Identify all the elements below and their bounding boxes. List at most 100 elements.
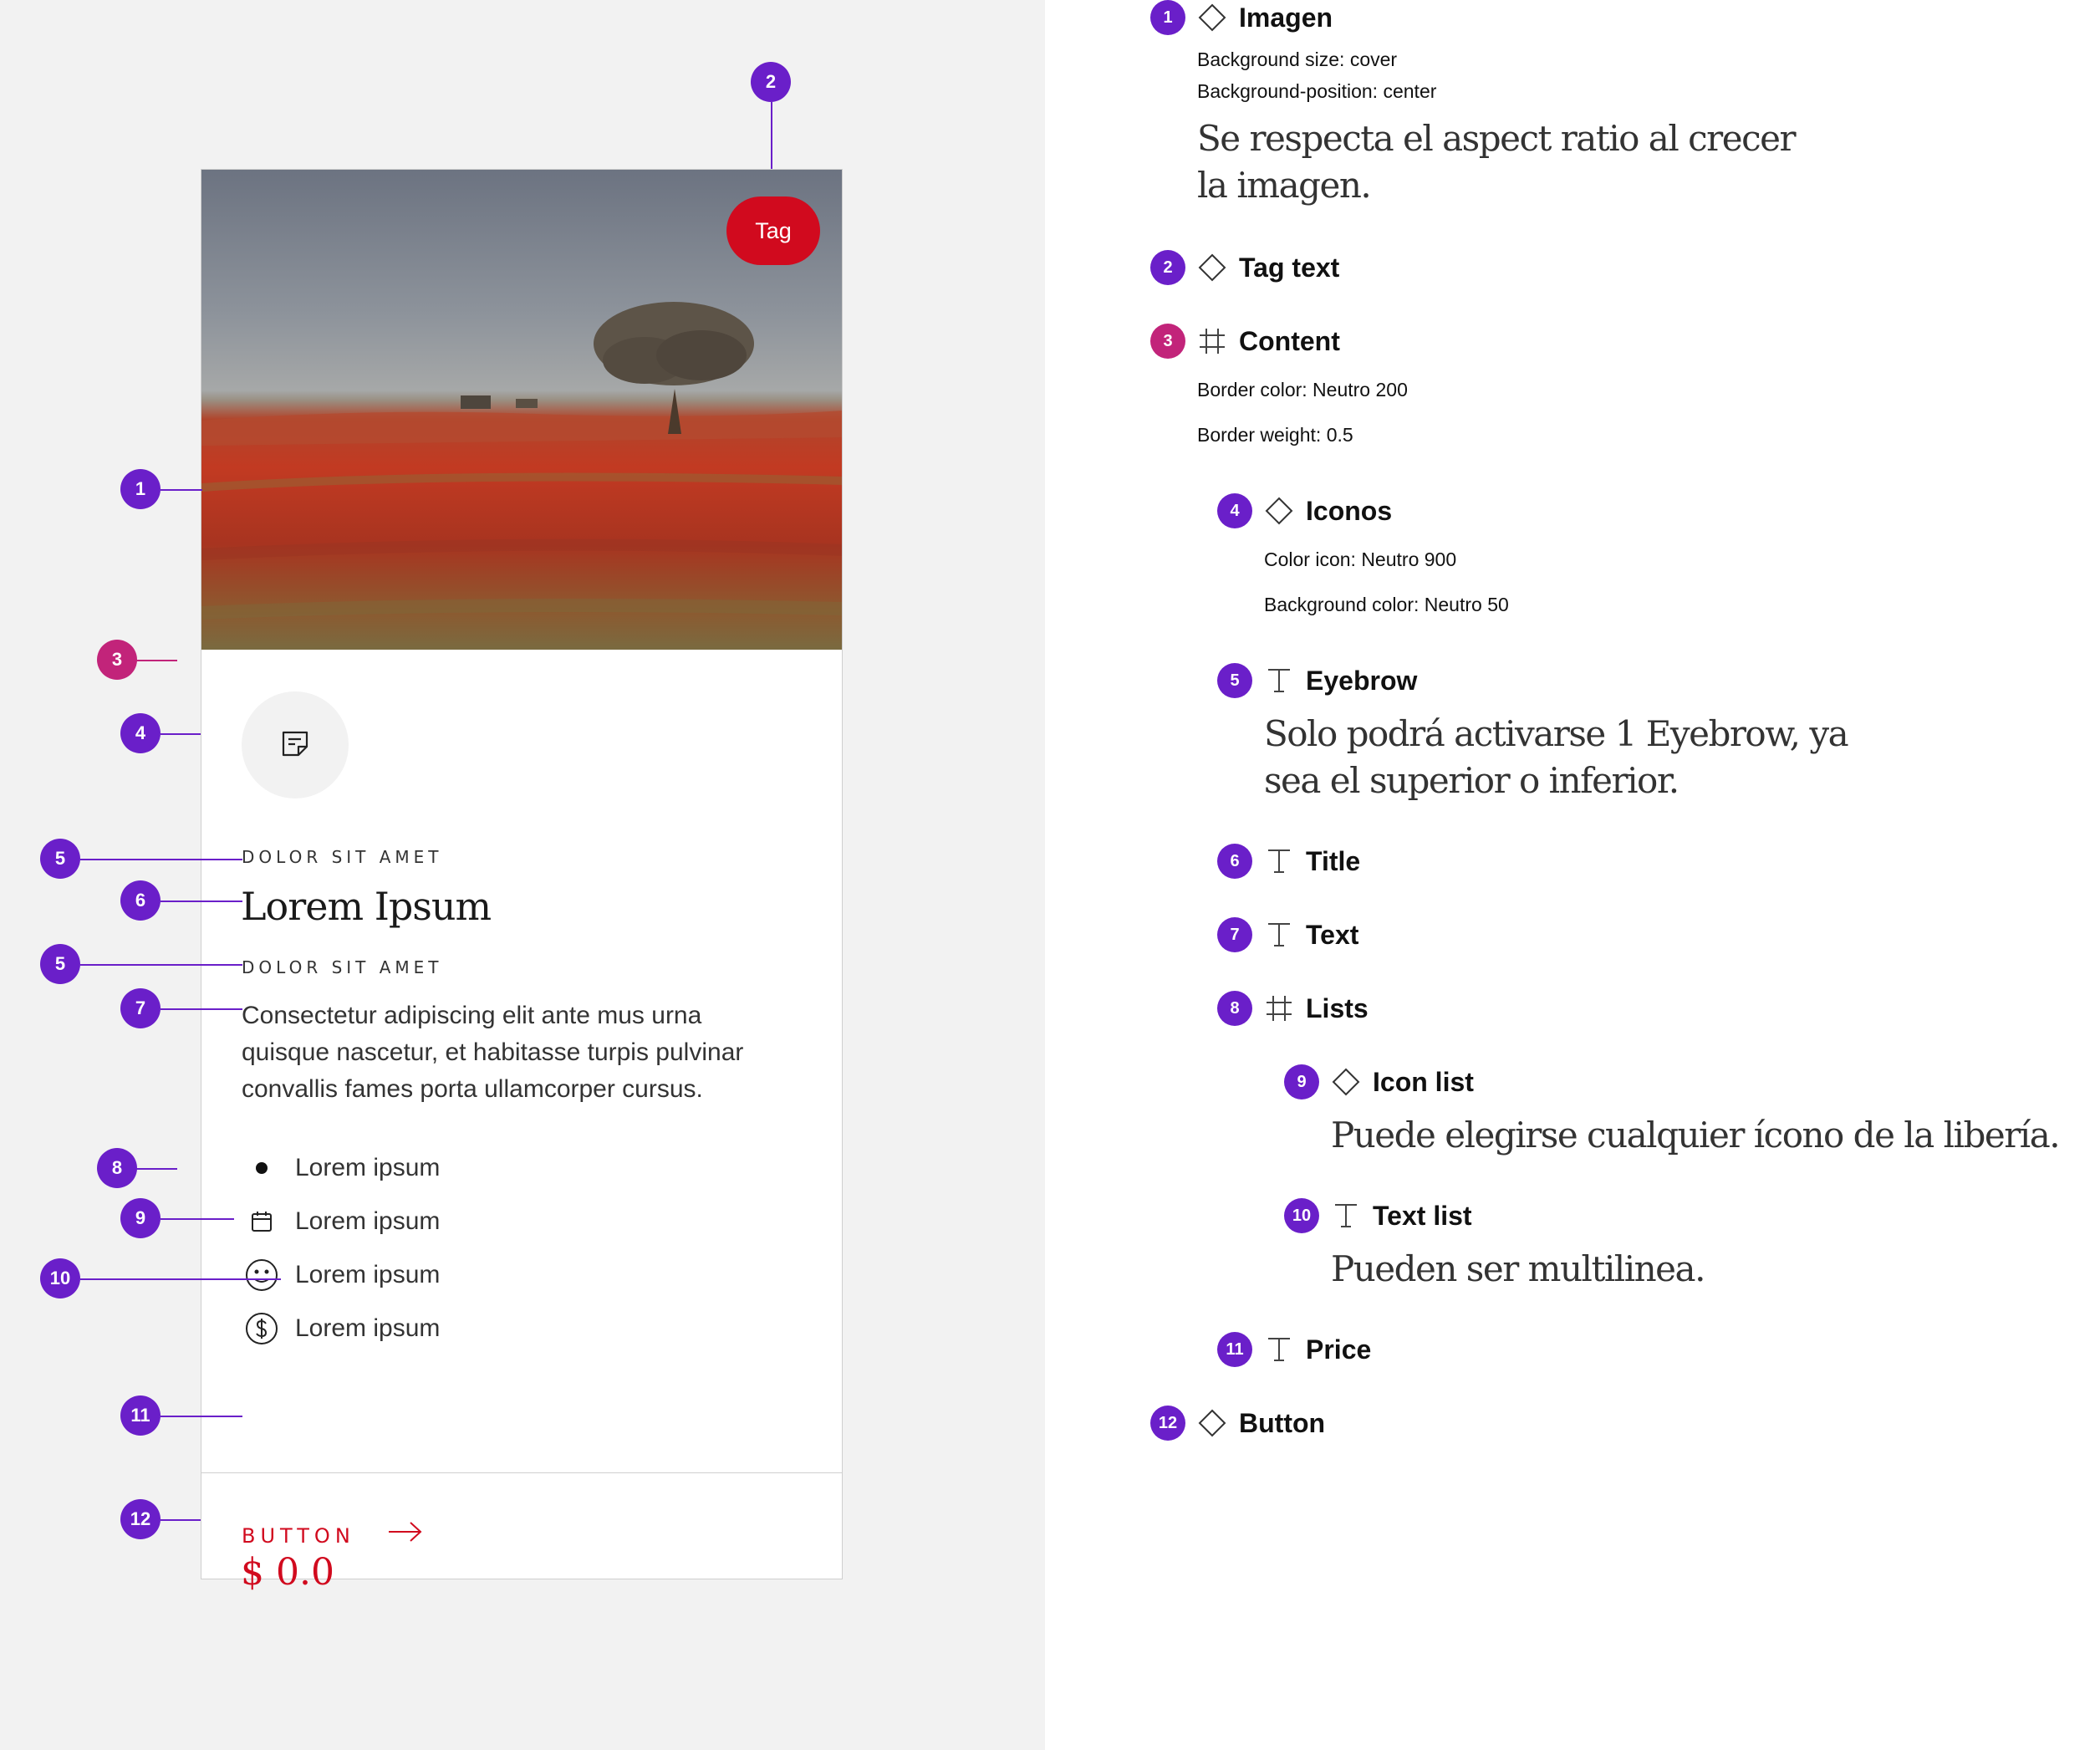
component-icon bbox=[1329, 1065, 1363, 1099]
spec-prop: Color icon: Neutro 900 bbox=[1264, 548, 1457, 570]
marker-lists: 8 bbox=[97, 1148, 137, 1188]
spec-note: Pueden ser multilinea. bbox=[1331, 1248, 1705, 1289]
spec-title: 6 Title bbox=[1217, 844, 1360, 879]
leader-line bbox=[161, 489, 202, 491]
frame-icon bbox=[1195, 324, 1229, 358]
spec-marker: 1 bbox=[1150, 0, 1185, 35]
spec-name: Eyebrow bbox=[1306, 665, 1418, 696]
marker-content: 3 bbox=[97, 640, 137, 680]
card-button[interactable]: BUTTON bbox=[242, 1524, 355, 1548]
spec-marker: 9 bbox=[1284, 1064, 1319, 1099]
spec-prop: Border weight: 0.5 bbox=[1197, 424, 1353, 446]
spec-prop: Border color: Neutro 200 bbox=[1197, 379, 1408, 401]
list-item: Lorem ipsum bbox=[242, 1258, 440, 1292]
spec-iconos: 4 Iconos bbox=[1217, 493, 1392, 528]
frame-icon bbox=[1262, 992, 1296, 1025]
spec-marker: 3 bbox=[1150, 324, 1185, 359]
marker-title: 6 bbox=[120, 880, 161, 921]
spec-icon-list: 9 Icon list bbox=[1284, 1064, 1474, 1099]
marker-tag: 2 bbox=[751, 62, 791, 102]
leader-line bbox=[771, 102, 772, 169]
leader-line bbox=[161, 1519, 201, 1521]
spec-marker: 12 bbox=[1150, 1406, 1185, 1441]
leader-line bbox=[80, 964, 242, 966]
spec-marker: 4 bbox=[1217, 493, 1252, 528]
card: Tag DOLOR SIT AMET Lorem Ipsum DOLOR SIT… bbox=[201, 169, 843, 1594]
spec-marker: 2 bbox=[1150, 250, 1185, 285]
marker-eyebrow-bottom: 5 bbox=[40, 944, 80, 984]
spec-marker: 5 bbox=[1217, 663, 1252, 698]
card-image: Tag bbox=[201, 170, 842, 650]
leader-line bbox=[80, 1278, 281, 1280]
spec-text: 7 Text bbox=[1217, 917, 1358, 952]
list-item-label: Lorem ipsum bbox=[295, 1261, 441, 1288]
arrow-right-icon[interactable] bbox=[387, 1518, 424, 1550]
marker-text-list: 10 bbox=[40, 1258, 80, 1298]
text-icon bbox=[1262, 1333, 1296, 1366]
leader-line bbox=[135, 1168, 177, 1170]
component-icon bbox=[1262, 494, 1296, 528]
text-icon bbox=[1262, 664, 1296, 697]
bullet-icon bbox=[242, 1151, 282, 1185]
marker-icon: 4 bbox=[120, 713, 161, 753]
spec-name: Button bbox=[1239, 1407, 1326, 1438]
text-icon bbox=[1262, 844, 1296, 878]
spec-lists: 8 Lists bbox=[1217, 991, 1369, 1026]
list-item: Lorem ipsum bbox=[242, 1151, 440, 1185]
spec-marker: 7 bbox=[1217, 917, 1252, 952]
leader-line bbox=[80, 859, 242, 860]
spec-name: Lists bbox=[1306, 992, 1369, 1023]
text-icon bbox=[1262, 918, 1296, 952]
list-item-label: Lorem ipsum bbox=[295, 1207, 441, 1235]
leader-line bbox=[135, 660, 177, 661]
leader-line bbox=[161, 1008, 242, 1010]
spec-text-list: 10 Text list bbox=[1284, 1198, 1472, 1233]
smiley-icon bbox=[242, 1258, 282, 1292]
spec-name: Iconos bbox=[1306, 495, 1393, 526]
spec-prop: Background-position: center bbox=[1197, 80, 1437, 102]
spec-note: Se respecta el aspect ratio al crecer la… bbox=[1197, 118, 1797, 206]
spec-eyebrow: 5 Eyebrow bbox=[1217, 663, 1417, 698]
leader-line bbox=[161, 901, 242, 902]
spec-prop: Background size: cover bbox=[1197, 48, 1398, 70]
component-icon bbox=[1195, 1406, 1229, 1440]
spec-marker: 10 bbox=[1284, 1198, 1319, 1233]
dollar-icon bbox=[242, 1312, 282, 1345]
eyebrow-bottom: DOLOR SIT AMET bbox=[242, 957, 443, 977]
spec-prop: Background color: Neutro 50 bbox=[1264, 594, 1509, 615]
leader-line bbox=[161, 1416, 242, 1417]
marker-price: 11 bbox=[120, 1395, 161, 1436]
eyebrow-top: DOLOR SIT AMET bbox=[242, 847, 443, 867]
list-item: Lorem ipsum bbox=[242, 1312, 440, 1345]
spec-tag-text: 2 Tag text bbox=[1150, 250, 1339, 285]
spec-name: Price bbox=[1306, 1334, 1372, 1365]
spec-content: 3 Content bbox=[1150, 324, 1340, 359]
component-icon bbox=[1195, 251, 1229, 284]
spec-marker: 8 bbox=[1217, 991, 1252, 1026]
leader-line bbox=[161, 733, 201, 735]
spec-name: Content bbox=[1239, 325, 1340, 356]
spec-name: Imagen bbox=[1239, 2, 1333, 33]
list-item: Lorem ipsum bbox=[242, 1205, 440, 1238]
spec-imagen: 1 Imagen bbox=[1150, 0, 1333, 35]
card-title: Lorem Ipsum bbox=[241, 884, 492, 929]
text-icon bbox=[1329, 1199, 1363, 1232]
marker-icon-list: 9 bbox=[120, 1198, 161, 1238]
spec-name: Text list bbox=[1373, 1200, 1472, 1231]
sticky-note-icon bbox=[278, 727, 312, 764]
component-icon bbox=[1195, 1, 1229, 34]
spec-price: 11 Price bbox=[1217, 1332, 1371, 1367]
spec-name: Title bbox=[1306, 845, 1361, 876]
spec-note: Puede elegirse cualquier ícono de la lib… bbox=[1331, 1115, 2061, 1156]
list-item-label: Lorem ipsum bbox=[295, 1154, 441, 1181]
leader-line bbox=[161, 1218, 234, 1220]
card-text: Consectetur adipiscing elit ante mus urn… bbox=[242, 1002, 744, 1103]
icon-container bbox=[242, 691, 349, 798]
spec-marker: 11 bbox=[1217, 1332, 1252, 1367]
marker-image: 1 bbox=[120, 469, 161, 509]
spec-marker: 6 bbox=[1217, 844, 1252, 879]
spec-name: Tag text bbox=[1239, 252, 1340, 283]
spec-note: Solo podrá activarse 1 Eyebrow, ya sea e… bbox=[1264, 713, 1849, 801]
marker-button: 12 bbox=[120, 1499, 161, 1539]
calendar-icon bbox=[242, 1205, 282, 1238]
